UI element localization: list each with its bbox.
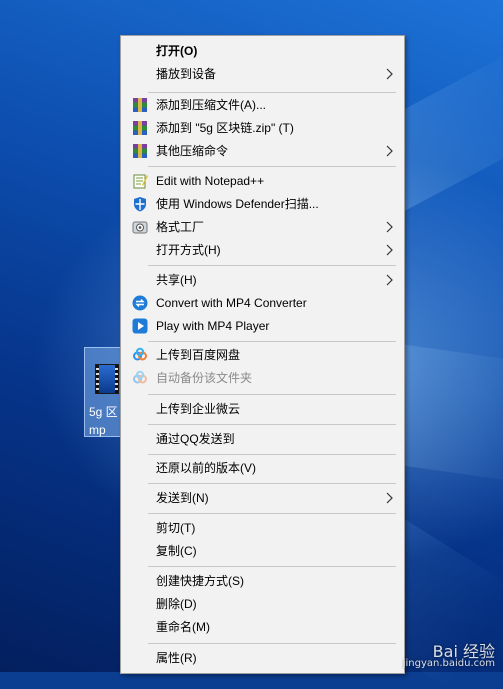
menu-item-auto-backup[interactable]: 自动备份该文件夹 xyxy=(121,367,404,389)
chevron-right-icon xyxy=(386,492,393,504)
menu-item-properties[interactable]: 属性(R) xyxy=(121,647,404,669)
menu-item-label: Play with MP4 Player xyxy=(156,319,270,333)
menu-separator xyxy=(148,513,396,514)
menu-separator xyxy=(148,483,396,484)
menu-item-label: 使用 Windows Defender扫描... xyxy=(156,197,319,211)
winrar-icon xyxy=(133,98,147,112)
context-menu: 打开(O) 播放到设备 添加到压缩文件(A)... 添加到 "5g 区块链.zi… xyxy=(120,35,405,674)
menu-item-copy[interactable]: 复制(C) xyxy=(121,540,404,562)
menu-item-play-mp4[interactable]: Play with MP4 Player xyxy=(121,315,404,337)
menu-item-label: 剪切(T) xyxy=(156,521,196,535)
menu-item-label: 打开方式(H) xyxy=(156,243,221,257)
menu-item-cut[interactable]: 剪切(T) xyxy=(121,517,404,539)
menu-item-upload-baidu[interactable]: 上传到百度网盘 xyxy=(121,344,404,366)
menu-separator xyxy=(148,394,396,395)
winrar-icon xyxy=(133,121,147,135)
winrar-icon xyxy=(133,144,147,158)
watermark-url: jingyan.baidu.com xyxy=(402,658,495,669)
menu-separator xyxy=(148,643,396,644)
menu-item-cast-to-device[interactable]: 播放到设备 xyxy=(121,63,404,85)
menu-item-send-qq[interactable]: 通过QQ发送到 xyxy=(121,428,404,450)
menu-item-label: 重命名(M) xyxy=(156,620,210,634)
menu-separator xyxy=(148,341,396,342)
menu-item-label: 打开(O) xyxy=(156,44,198,58)
menu-item-add-to-archive[interactable]: 添加到压缩文件(A)... xyxy=(121,94,404,116)
video-file-icon xyxy=(95,364,119,394)
menu-separator xyxy=(148,454,396,455)
menu-item-label: 复制(C) xyxy=(156,544,197,558)
menu-item-format-factory[interactable]: 格式工厂 xyxy=(121,216,404,238)
menu-item-defender-scan[interactable]: 使用 Windows Defender扫描... xyxy=(121,193,404,215)
menu-item-restore-versions[interactable]: 还原以前的版本(V) xyxy=(121,457,404,479)
menu-item-label: 共享(H) xyxy=(156,273,197,287)
menu-item-label: 创建快捷方式(S) xyxy=(156,574,244,588)
chevron-right-icon xyxy=(386,244,393,256)
menu-item-label: 通过QQ发送到 xyxy=(156,432,235,446)
menu-item-add-to-zip[interactable]: 添加到 "5g 区块链.zip" (T) xyxy=(121,117,404,139)
menu-item-label: 上传到百度网盘 xyxy=(156,348,241,362)
menu-item-upload-wecom[interactable]: 上传到企业微云 xyxy=(121,398,404,420)
menu-separator xyxy=(148,566,396,567)
menu-item-label: 其他压缩命令 xyxy=(156,144,229,158)
notepadpp-icon xyxy=(133,174,148,189)
menu-item-other-compress[interactable]: 其他压缩命令 xyxy=(121,140,404,162)
shield-icon xyxy=(134,197,146,212)
menu-item-label: 发送到(N) xyxy=(156,491,209,505)
menu-item-label: 播放到设备 xyxy=(156,67,217,81)
chevron-right-icon xyxy=(386,221,393,233)
baidu-netdisk-icon xyxy=(133,370,147,384)
menu-item-label: 属性(R) xyxy=(156,651,197,665)
menu-item-label: 添加到 "5g 区块链.zip" (T) xyxy=(156,121,294,135)
format-factory-icon xyxy=(132,221,148,234)
menu-item-create-shortcut[interactable]: 创建快捷方式(S) xyxy=(121,570,404,592)
menu-item-label: 格式工厂 xyxy=(156,220,205,234)
chevron-right-icon xyxy=(386,68,393,80)
desktop-file-label: 5g 区 mp xyxy=(89,405,118,437)
menu-separator xyxy=(148,424,396,425)
convert-icon xyxy=(132,295,148,311)
menu-separator xyxy=(148,166,396,167)
menu-item-label: 添加到压缩文件(A)... xyxy=(156,98,266,112)
menu-item-rename[interactable]: 重命名(M) xyxy=(121,616,404,638)
menu-item-label: 上传到企业微云 xyxy=(156,402,241,416)
menu-separator xyxy=(148,92,396,93)
baidu-netdisk-icon xyxy=(133,347,147,361)
menu-item-delete[interactable]: 删除(D) xyxy=(121,593,404,615)
chevron-right-icon xyxy=(386,145,393,157)
menu-item-open[interactable]: 打开(O) xyxy=(121,40,404,62)
menu-item-convert-mp4[interactable]: Convert with MP4 Converter xyxy=(121,292,404,314)
menu-item-share[interactable]: 共享(H) xyxy=(121,269,404,291)
chevron-right-icon xyxy=(386,274,393,286)
menu-item-label: 还原以前的版本(V) xyxy=(156,461,256,475)
menu-item-edit-notepadpp[interactable]: Edit with Notepad++ xyxy=(121,170,404,192)
menu-item-label: Edit with Notepad++ xyxy=(156,174,265,188)
menu-item-label: 自动备份该文件夹 xyxy=(156,371,253,385)
menu-separator xyxy=(148,265,396,266)
menu-item-open-with[interactable]: 打开方式(H) xyxy=(121,239,404,261)
menu-item-label: Convert with MP4 Converter xyxy=(156,296,307,310)
desktop-file-selected[interactable]: 5g 区 mp xyxy=(84,347,124,437)
menu-item-label: 删除(D) xyxy=(156,597,197,611)
menu-item-send-to[interactable]: 发送到(N) xyxy=(121,487,404,509)
play-icon xyxy=(132,318,148,334)
baidu-jingyan-watermark: Bai 经验 jingyan.baidu.com xyxy=(403,638,495,669)
